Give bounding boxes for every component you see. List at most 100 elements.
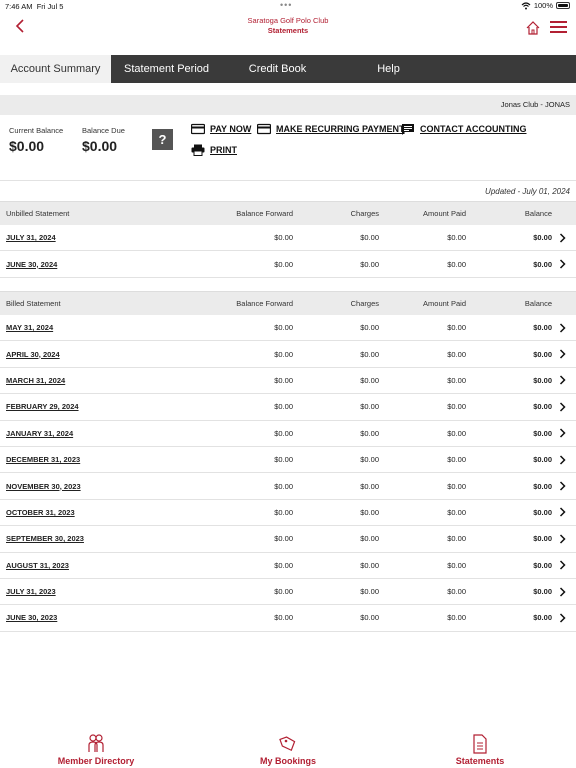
statement-date-link[interactable]: FEBRUARY 29, 2024 (6, 394, 79, 419)
table-row[interactable]: OCTOBER 31, 2023 $0.00 $0.00 $0.00 $0.00 (0, 500, 576, 527)
col-balance-forward: Balance Forward (236, 209, 293, 218)
chevron-right-icon[interactable] (559, 605, 566, 630)
chevron-right-icon[interactable] (559, 500, 566, 525)
table-row[interactable]: JULY 31, 2023 $0.00 $0.00 $0.00 $0.00 (0, 579, 576, 606)
balance-cell: $0.00 (533, 587, 552, 597)
table-row[interactable]: MAY 31, 2024 $0.00 $0.00 $0.00 $0.00 (0, 315, 576, 342)
battery-icon (556, 2, 570, 9)
amount-paid-cell: $0.00 (447, 259, 466, 269)
chevron-right-icon[interactable] (559, 421, 566, 446)
contact-accounting-button[interactable]: CONTACT ACCOUNTING (401, 123, 527, 135)
amount-paid-cell: $0.00 (447, 349, 466, 359)
table-row[interactable]: SEPTEMBER 30, 2023 $0.00 $0.00 $0.00 $0.00 (0, 526, 576, 553)
pay-now-button[interactable]: PAY NOW (191, 123, 251, 135)
col-amount-paid: Amount Paid (423, 299, 466, 308)
bottom-navigation: Member Directory My Bookings Statements (0, 734, 576, 768)
statement-date-link[interactable]: MARCH 31, 2024 (6, 368, 65, 393)
balance-forward-cell: $0.00 (274, 613, 293, 623)
make-recurring-payment-button[interactable]: MAKE RECURRING PAYMENT (257, 123, 405, 135)
table-row[interactable]: DECEMBER 31, 2023 $0.00 $0.00 $0.00 $0.00 (0, 447, 576, 474)
table-header: Unbilled Statement Balance Forward Charg… (0, 201, 576, 225)
nav-statements[interactable]: Statements (420, 734, 540, 766)
amount-paid-cell: $0.00 (447, 613, 466, 623)
chevron-right-icon[interactable] (559, 315, 566, 340)
hamburger-menu-icon[interactable] (550, 21, 567, 35)
nav-my-bookings[interactable]: My Bookings (228, 734, 348, 766)
statement-date-link[interactable]: JANUARY 31, 2024 (6, 421, 73, 446)
statement-date-link[interactable]: MAY 31, 2024 (6, 315, 53, 340)
balance-forward-cell: $0.00 (274, 587, 293, 597)
balance-cell: $0.00 (533, 402, 552, 412)
multitasking-dots-icon[interactable]: ••• (280, 0, 292, 10)
amount-paid-cell: $0.00 (447, 323, 466, 333)
statement-date-link[interactable]: JUNE 30, 2024 (6, 251, 57, 276)
statement-date-link[interactable]: APRIL 30, 2024 (6, 341, 60, 366)
balance-due: Balance Due $0.00 (82, 126, 125, 154)
balance-summary: Current Balance $0.00 Balance Due $0.00 … (0, 115, 576, 181)
printer-icon (191, 144, 205, 156)
tab-statement-period[interactable]: Statement Period (111, 55, 222, 83)
table-row[interactable]: JUNE 30, 2024 $0.00 $0.00 $0.00 $0.00 (0, 251, 576, 278)
balance-cell: $0.00 (533, 507, 552, 517)
table-row[interactable]: JUNE 30, 2023 $0.00 $0.00 $0.00 $0.00 (0, 605, 576, 632)
chevron-right-icon[interactable] (559, 447, 566, 472)
chevron-right-icon[interactable] (559, 394, 566, 419)
tab-account-summary[interactable]: Account Summary (0, 55, 111, 83)
statement-date-link[interactable]: JULY 31, 2023 (6, 579, 56, 604)
statement-date-link[interactable]: NOVEMBER 30, 2023 (6, 473, 81, 498)
tag-icon (279, 736, 296, 752)
balance-forward-cell: $0.00 (274, 402, 293, 412)
print-button[interactable]: PRINT (191, 144, 237, 156)
statement-date-link[interactable]: SEPTEMBER 30, 2023 (6, 526, 84, 551)
home-button[interactable] (525, 20, 541, 36)
charges-cell: $0.00 (360, 613, 379, 623)
charges-cell: $0.00 (360, 402, 379, 412)
chevron-right-icon[interactable] (559, 368, 566, 393)
nav-statements-label: Statements (455, 756, 505, 766)
balance-cell: $0.00 (533, 613, 552, 623)
chevron-right-icon[interactable] (559, 553, 566, 578)
table-row[interactable]: JANUARY 31, 2024 $0.00 $0.00 $0.00 $0.00 (0, 421, 576, 447)
charges-cell: $0.00 (360, 455, 379, 465)
charges-cell: $0.00 (360, 323, 379, 333)
chevron-right-icon[interactable] (559, 526, 566, 551)
amount-paid-cell: $0.00 (447, 428, 466, 438)
app-header: Saratoga Golf Polo Club Statements (0, 12, 576, 56)
chevron-right-icon[interactable] (559, 251, 566, 276)
charges-cell: $0.00 (360, 428, 379, 438)
chevron-right-icon[interactable] (559, 225, 566, 250)
table-row[interactable]: FEBRUARY 29, 2024 $0.00 $0.00 $0.00 $0.00 (0, 394, 576, 421)
table-row[interactable]: NOVEMBER 30, 2023 $0.00 $0.00 $0.00 $0.00 (0, 473, 576, 500)
nav-member-directory[interactable]: Member Directory (36, 734, 156, 766)
help-button[interactable]: ? (152, 129, 173, 150)
table-row[interactable]: JULY 31, 2024 $0.00 $0.00 $0.00 $0.00 (0, 225, 576, 252)
nav-my-bookings-label: My Bookings (259, 756, 316, 766)
statement-date-link[interactable]: OCTOBER 31, 2023 (6, 500, 75, 525)
table-row[interactable]: APRIL 30, 2024 $0.00 $0.00 $0.00 $0.00 (0, 341, 576, 368)
current-balance-value: $0.00 (9, 138, 45, 154)
statement-date-link[interactable]: AUGUST 31, 2023 (6, 553, 69, 578)
balance-forward-cell: $0.00 (274, 233, 293, 243)
table-row[interactable]: MARCH 31, 2024 $0.00 $0.00 $0.00 $0.00 (0, 368, 576, 395)
unbilled-statement-table: Unbilled Statement Balance Forward Charg… (0, 201, 576, 278)
chevron-right-icon[interactable] (559, 579, 566, 604)
tab-credit-book[interactable]: Credit Book (222, 55, 333, 83)
chevron-right-icon[interactable] (559, 473, 566, 498)
status-right: 100% (521, 1, 570, 10)
statement-date-link[interactable]: JUNE 30, 2023 (6, 605, 57, 630)
balance-cell: $0.00 (533, 233, 552, 243)
page-title: Statements (267, 26, 309, 35)
tab-help[interactable]: Help (333, 55, 444, 83)
amount-paid-cell: $0.00 (447, 560, 466, 570)
balance-due-label: Balance Due (82, 126, 125, 135)
amount-paid-cell: $0.00 (447, 481, 466, 491)
tab-bar: Account Summary Statement Period Credit … (0, 55, 576, 83)
statement-date-link[interactable]: JULY 31, 2024 (6, 225, 56, 250)
amount-paid-cell: $0.00 (447, 402, 466, 412)
charges-cell: $0.00 (360, 375, 379, 385)
table-row[interactable]: AUGUST 31, 2023 $0.00 $0.00 $0.00 $0.00 (0, 553, 576, 579)
statement-date-link[interactable]: DECEMBER 31, 2023 (6, 447, 80, 472)
chevron-right-icon[interactable] (559, 341, 566, 366)
balance-forward-cell: $0.00 (274, 507, 293, 517)
col-amount-paid: Amount Paid (423, 209, 466, 218)
